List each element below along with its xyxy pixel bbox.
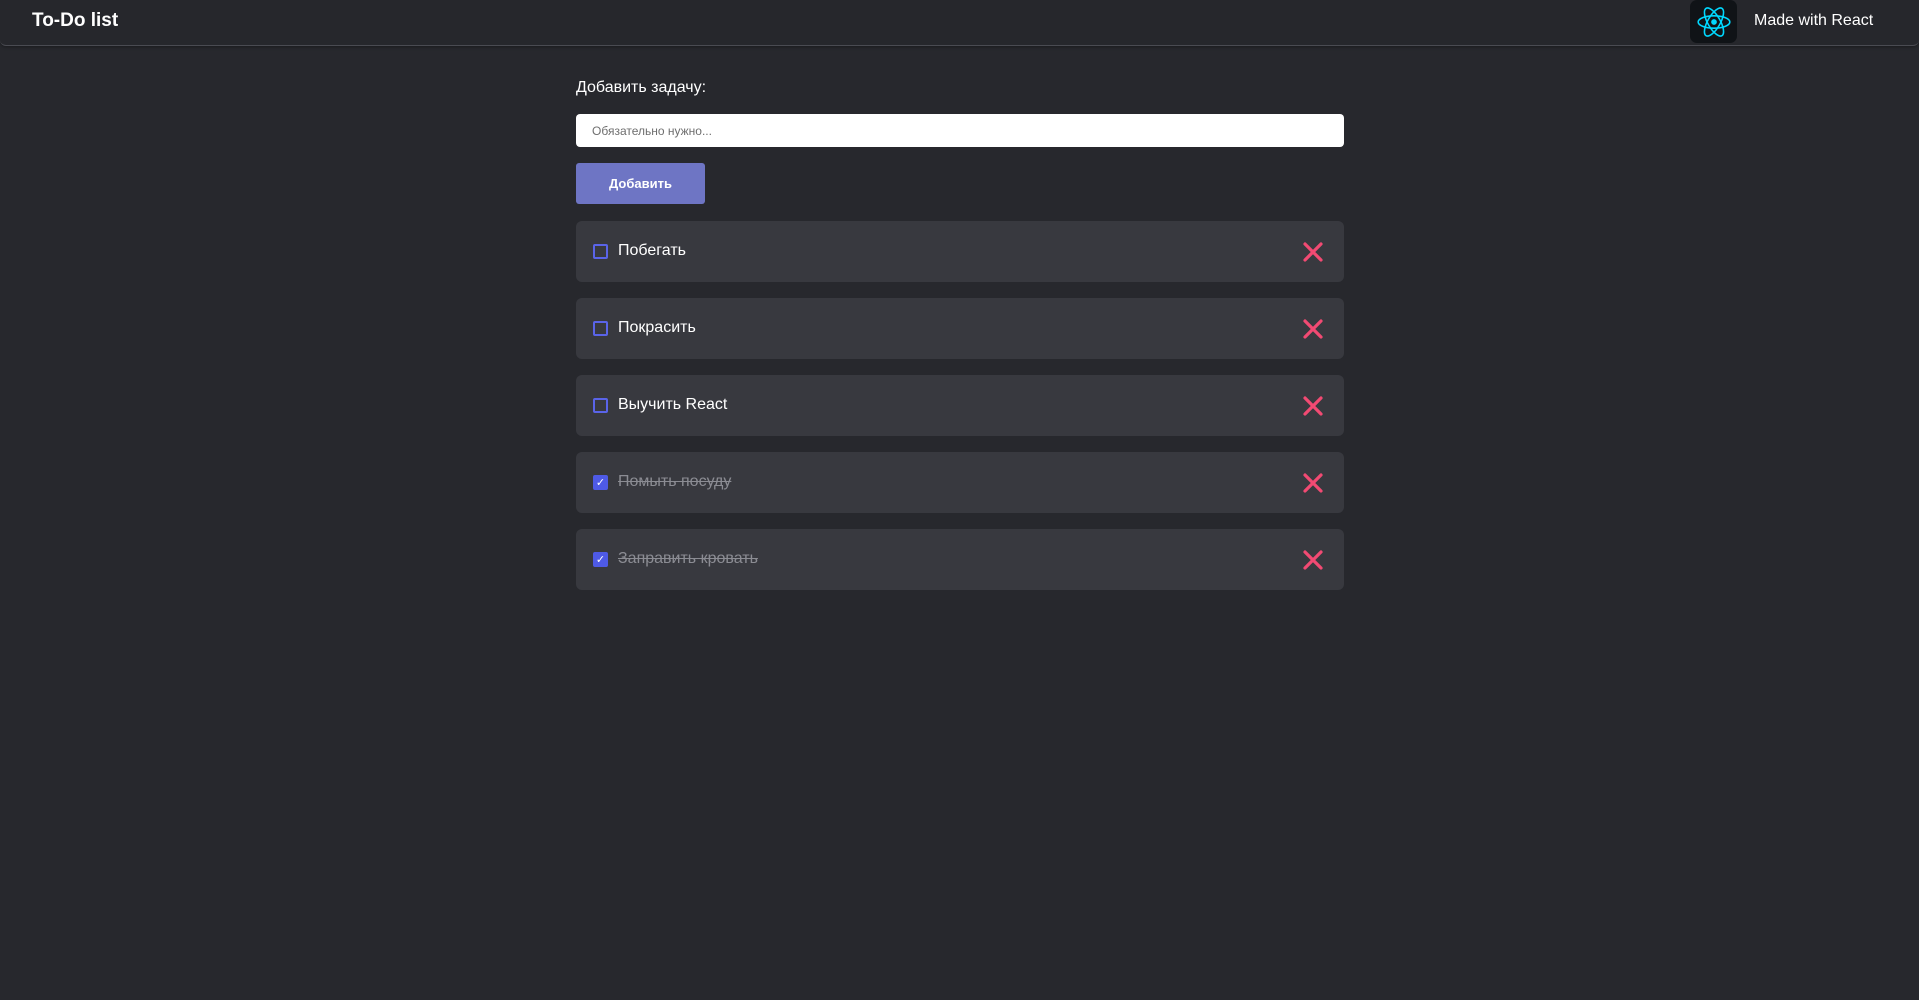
task-checkbox[interactable] (593, 552, 608, 567)
react-logo-icon (1690, 0, 1737, 43)
task-input[interactable] (576, 114, 1344, 147)
app-title: To-Do list (32, 10, 119, 31)
delete-icon[interactable] (1302, 472, 1324, 494)
add-task-button[interactable]: Добавить (576, 163, 705, 204)
task-text: Побегать (618, 242, 686, 259)
task-item: Выучить React (576, 375, 1344, 436)
delete-icon[interactable] (1302, 549, 1324, 571)
task-checkbox[interactable] (593, 321, 608, 336)
task-item: Покрасить (576, 298, 1344, 359)
task-text: Покрасить (618, 319, 696, 336)
task-checkbox[interactable] (593, 244, 608, 259)
app-header: To-Do list Made with React (0, 0, 1919, 46)
task-checkbox[interactable] (593, 398, 608, 413)
task-text: Помыть посуду (618, 473, 732, 490)
task-text: Выучить React (618, 396, 728, 413)
task-checkbox[interactable] (593, 475, 608, 490)
made-with-react-label: Made with React (1754, 12, 1874, 29)
delete-icon[interactable] (1302, 241, 1324, 263)
task-item: Побегать (576, 221, 1344, 282)
delete-icon[interactable] (1302, 395, 1324, 417)
delete-icon[interactable] (1302, 318, 1324, 340)
task-text: Заправить кровать (618, 550, 758, 567)
task-list: Побегать Покрасить Выучить React Помыть … (576, 221, 1344, 590)
task-item: Заправить кровать (576, 529, 1344, 590)
task-item: Помыть посуду (576, 452, 1344, 513)
add-task-label: Добавить задачу: (576, 79, 707, 96)
todo-main: Добавить задачу: Добавить Побегать Покра… (576, 78, 1344, 606)
